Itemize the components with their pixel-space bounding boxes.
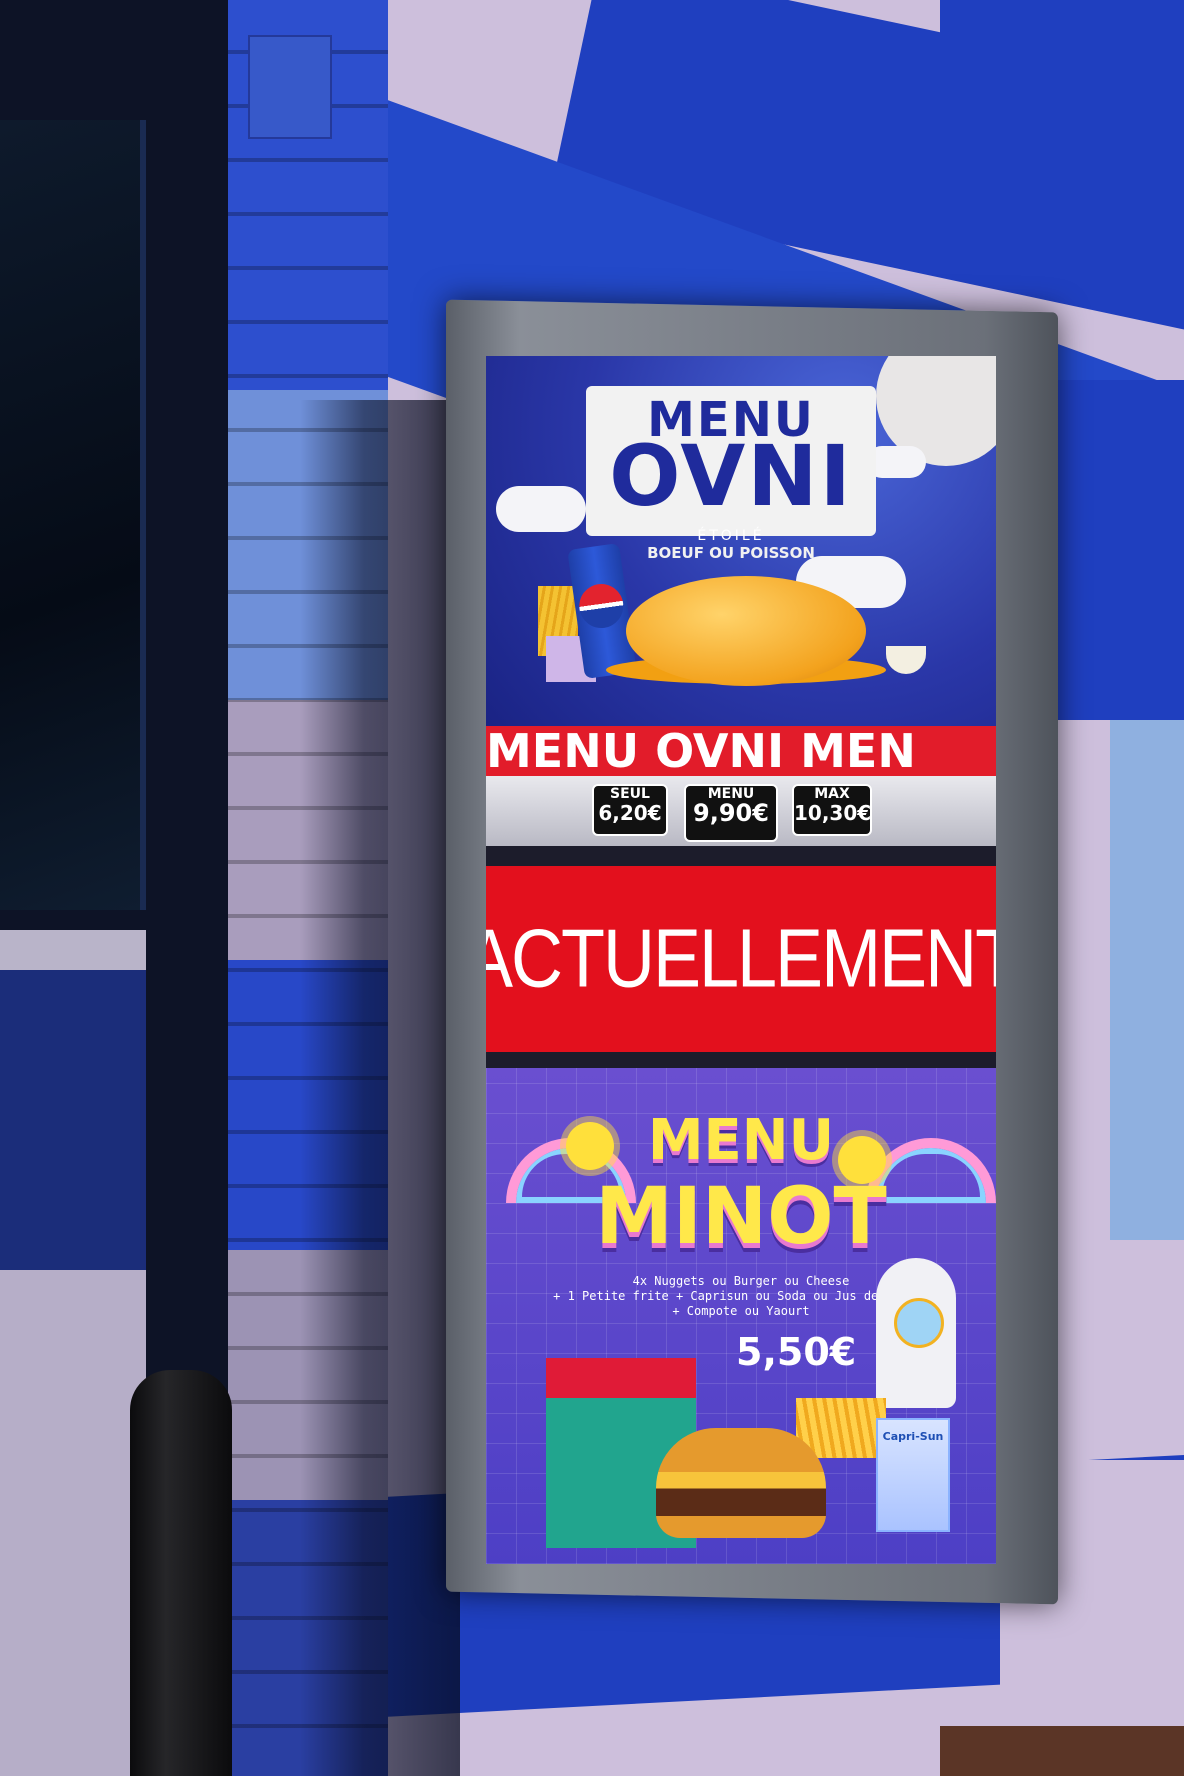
price-value: 6,20€ (598, 801, 662, 825)
sign-shadow (300, 400, 460, 1776)
bollard-post (130, 1370, 232, 1776)
door-strip (0, 930, 146, 970)
door-bottom-panel (0, 1270, 146, 1776)
ufo-burger-bun (626, 576, 866, 686)
door-glass (0, 120, 146, 910)
price-value: 10,30€ (794, 801, 872, 825)
drink-pouch: Capri-Sun (876, 1418, 950, 1532)
door-hinge (248, 35, 332, 139)
floor-tiles (940, 1726, 1184, 1776)
banner-text: ACTUELLEMENT (486, 913, 996, 1005)
price-seul: SEUL 6,20€ (592, 784, 668, 836)
ovni-tagline: BOEUF OU POISSON (647, 544, 815, 562)
astronaut-kid-icon (894, 1298, 944, 1348)
ovni-section: MENU OVNI ÉTOILÉ BOEUF OU POISSON (486, 356, 996, 726)
menu-sign-panel: MENU OVNI ÉTOILÉ BOEUF OU POISSON MENU O… (486, 356, 996, 1564)
actuellement-banner: ACTUELLEMENT (486, 866, 996, 1052)
ovni-title: OVNI (609, 427, 853, 525)
pepsi-logo-icon (576, 581, 627, 631)
price-menu: MENU 9,90€ (684, 784, 778, 842)
sauce-cup (886, 646, 926, 674)
ovni-etoile-label: ÉTOILÉ (697, 528, 765, 544)
ovni-red-band: MENU OVNI MEN (486, 726, 996, 776)
price-label: SEUL (610, 786, 650, 802)
price-strip: SEUL 6,20€ MENU 9,90€ MAX 10,30€ (486, 776, 996, 846)
price-value: 9,90€ (693, 799, 769, 827)
price-label: MAX (814, 786, 850, 802)
minot-price: 5,50€ (736, 1330, 857, 1374)
rocket-illustration (876, 1258, 956, 1408)
cheeseburger-illustration (656, 1428, 826, 1538)
door-lower-panel (0, 970, 146, 1270)
price-max: MAX 10,30€ (792, 784, 872, 836)
minot-section: MENU MINOT 4x Nuggets ou Burger ou Chees… (486, 1068, 996, 1564)
minot-title: MINOT (595, 1172, 887, 1262)
drink-brand: Capri-Sun (882, 1430, 944, 1443)
minot-menu-word: MENU (647, 1108, 835, 1173)
cloud-left (496, 486, 586, 532)
ovni-title-box: MENU OVNI (586, 386, 876, 536)
